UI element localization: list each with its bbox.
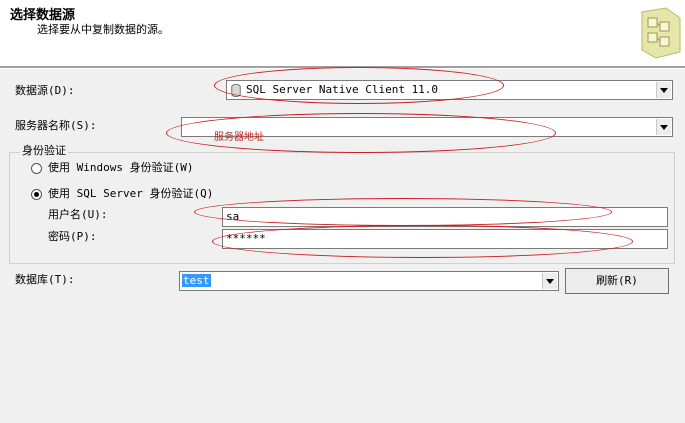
username-value: sa: [226, 210, 240, 223]
refresh-button[interactable]: 刷新(R): [565, 268, 669, 294]
sql-auth-radio[interactable]: [31, 189, 42, 200]
server-name-label: 服务器名称(S):: [15, 119, 97, 132]
password-input[interactable]: ******: [222, 229, 668, 249]
windows-auth-radio[interactable]: [31, 163, 42, 174]
datasource-label: 数据源(D):: [15, 84, 75, 97]
database-combobox[interactable]: test: [179, 271, 559, 291]
page-subtitle: 选择要从中复制数据的源。: [37, 23, 169, 36]
database-icon: [231, 84, 241, 97]
password-label: 密码(P):: [48, 230, 97, 243]
password-value: ******: [226, 232, 266, 245]
datasource-value: SQL Server Native Client 11.0: [246, 83, 439, 96]
datasource-combobox[interactable]: SQL Server Native Client 11.0: [226, 80, 673, 100]
chevron-down-icon[interactable]: [656, 82, 671, 98]
annotation-server-hint: 服务器地址: [214, 132, 264, 143]
sql-auth-label[interactable]: 使用 SQL Server 身份验证(Q): [48, 187, 213, 201]
username-input[interactable]: sa: [222, 207, 668, 227]
chevron-down-icon[interactable]: [656, 119, 671, 135]
datasource-wizard-icon: [641, 7, 681, 59]
wizard-header: 选择数据源 选择要从中复制数据的源。: [0, 0, 685, 66]
windows-auth-label[interactable]: 使用 Windows 身份验证(W): [48, 161, 193, 175]
header-divider: [0, 66, 685, 69]
database-value: test: [182, 274, 211, 287]
chevron-down-icon[interactable]: [542, 273, 557, 289]
database-label: 数据库(T):: [15, 273, 75, 286]
username-label: 用户名(U):: [48, 208, 108, 221]
authentication-group-label: 身份验证: [20, 144, 68, 158]
